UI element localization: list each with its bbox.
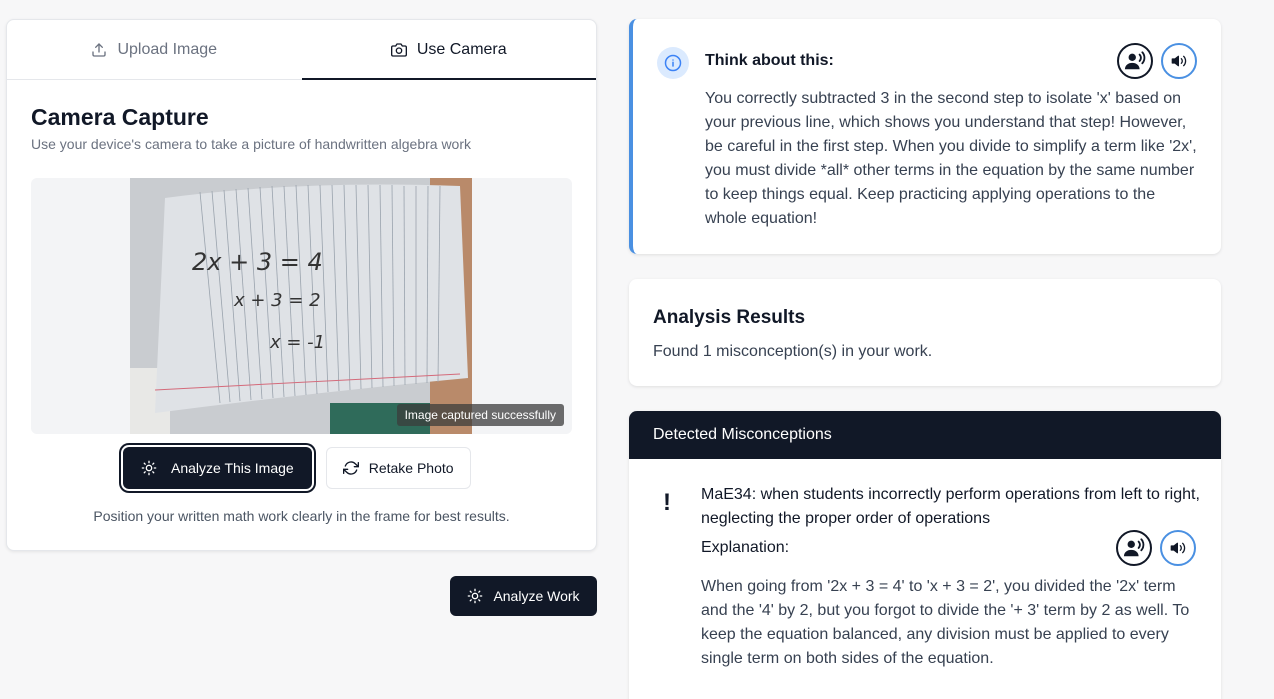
misconception-title: MaE34: when students incorrectly perform… — [701, 486, 1200, 527]
capture-status-badge: Image captured successfully — [396, 404, 564, 426]
info-icon — [657, 47, 689, 79]
input-tabs: Upload Image Use Camera — [7, 20, 596, 80]
handwriting-line-2: x + 3 = 2 — [233, 290, 321, 311]
speaking-person-icon — [1123, 538, 1145, 557]
refresh-icon — [342, 461, 359, 475]
capture-hint: Position your written math work clearly … — [93, 508, 510, 524]
tab-upload-image[interactable]: Upload Image — [7, 20, 302, 79]
misconception-speaker-button[interactable] — [1160, 530, 1196, 566]
analysis-results-summary: Found 1 misconception(s) in your work. — [653, 343, 933, 360]
notebook-photo-illustration: 2x + 3 = 4 x + 3 = 2 x = -1 — [130, 178, 472, 434]
misconceptions-header: Detected Misconceptions — [629, 411, 1221, 459]
think-about-this-card: Think about this: You correctly subtract… — [629, 19, 1221, 254]
tab-use-camera[interactable]: Use Camera — [301, 20, 597, 80]
camera-capture-title: Camera Capture — [31, 104, 209, 130]
analyze-work-label: Analyze Work — [493, 588, 580, 604]
read-aloud-button[interactable] — [1117, 43, 1153, 79]
sun-icon — [468, 588, 483, 604]
upload-icon — [92, 42, 107, 57]
speaker-button[interactable] — [1161, 43, 1197, 79]
capture-actions: Analyze This Image Retake Photo — [123, 447, 471, 489]
tab-camera-label: Use Camera — [416, 40, 507, 58]
retake-photo-label: Retake Photo — [368, 460, 454, 476]
handwriting-line-3: x = -1 — [269, 332, 325, 353]
tab-upload-label: Upload Image — [117, 40, 218, 58]
camera-icon — [390, 42, 407, 57]
analysis-results-card: Analysis Results Found 1 misconception(s… — [629, 279, 1221, 386]
speaking-person-icon — [1124, 51, 1146, 70]
captured-image-preview: 2x + 3 = 4 x + 3 = 2 x = -1 Image captur… — [31, 178, 572, 434]
misconception-read-aloud-button[interactable] — [1116, 530, 1152, 566]
think-body: You correctly subtracted 3 in the second… — [705, 90, 1197, 227]
image-input-card: Upload Image Use Camera Camera Capture U… — [6, 19, 597, 551]
analysis-results-title: Analysis Results — [653, 307, 806, 328]
speaker-icon — [1171, 55, 1187, 67]
analyze-work-button[interactable]: Analyze Work — [450, 576, 597, 616]
handwriting-line-1: 2x + 3 = 4 — [192, 248, 323, 276]
retake-photo-button[interactable]: Retake Photo — [325, 447, 471, 489]
analyze-this-image-label: Analyze This Image — [171, 460, 294, 476]
detected-misconceptions-card: Detected Misconceptions ! MaE34: when st… — [629, 411, 1221, 699]
explanation-body: When going from '2x + 3 = 4' to 'x + 3 =… — [701, 578, 1190, 667]
captured-photo: 2x + 3 = 4 x + 3 = 2 x = -1 — [130, 178, 472, 434]
explanation-label: Explanation: — [701, 539, 790, 556]
speaker-icon — [1170, 542, 1186, 554]
analyze-this-image-button[interactable]: Analyze This Image — [123, 447, 312, 489]
alert-marker: ! — [663, 489, 671, 516]
think-title: Think about this: — [705, 52, 834, 69]
sun-icon — [141, 460, 157, 476]
camera-capture-subtitle: Use your device's camera to take a pictu… — [31, 136, 472, 152]
